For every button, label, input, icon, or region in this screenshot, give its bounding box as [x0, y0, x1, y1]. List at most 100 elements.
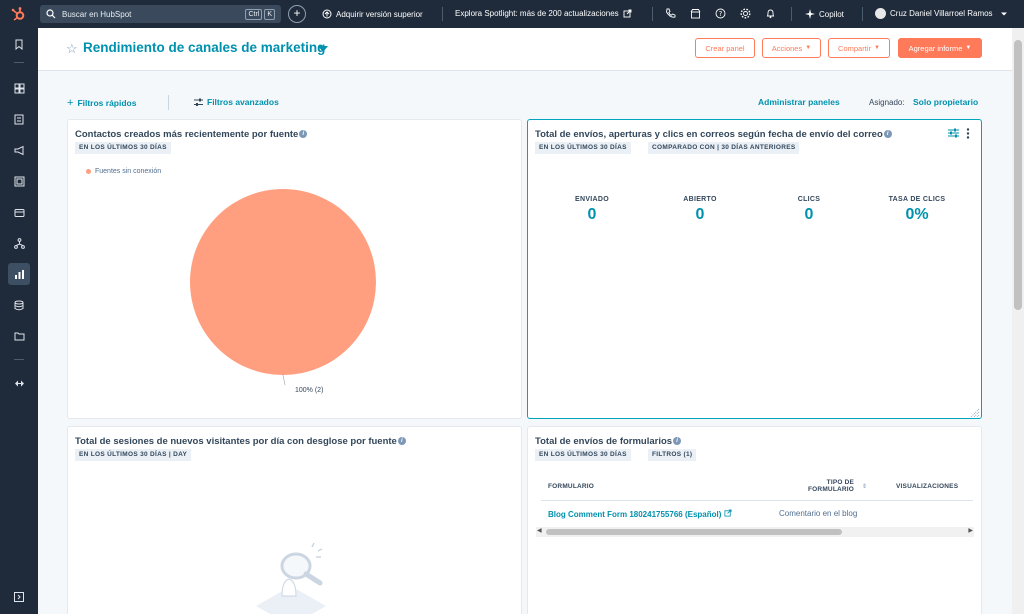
kpi-clicks: CLICS 0 [764, 196, 854, 224]
card-title: Total de envíos, aperturas y clics en co… [535, 129, 892, 140]
add-report-label: Agregar informe [908, 43, 963, 53]
more-options-icon[interactable] [966, 128, 970, 139]
pie-data-label: 100% (2) [295, 387, 323, 394]
pie-slice[interactable] [190, 189, 376, 375]
account-menu[interactable]: Cruz Daniel Villarroel Ramos [890, 9, 1008, 18]
crm-contacts-icon[interactable] [10, 110, 28, 128]
filters-tag[interactable]: FILTROS (1) [648, 449, 697, 461]
sparkle-icon [805, 9, 815, 19]
date-range-tag: EN LOS ÚLTIMOS 30 DÍAS [75, 142, 171, 154]
divider [14, 359, 24, 360]
card-title-text: Total de sesiones de nuevos visitantes p… [75, 436, 397, 447]
manage-dashboards-link[interactable]: Administrar paneles [758, 97, 840, 107]
actions-label: Acciones [771, 43, 803, 53]
create-new-button[interactable]: + [288, 5, 306, 23]
divider [652, 7, 653, 21]
scrollbar-thumb[interactable] [1014, 40, 1022, 310]
filter-sliders-icon[interactable] [948, 128, 959, 138]
dashboard-title[interactable]: Rendimiento de canales de marketing [83, 40, 325, 55]
pie-leader-line [282, 374, 286, 386]
report-card-new-visitor-sessions[interactable]: Total de sesiones de nuevos visitantes p… [67, 426, 522, 614]
favorite-star-icon[interactable]: ☆ [66, 41, 78, 57]
marketing-megaphone-icon[interactable] [10, 141, 28, 159]
user-name: Cruz Daniel Villarroel Ramos [890, 9, 993, 18]
card-title: Contactos creados más recientemente por … [75, 129, 308, 140]
caret-down-icon: ▼ [805, 45, 812, 51]
pie-chart: 100% (2) [190, 189, 376, 394]
column-header-form-type-line1: TIPO DE [826, 479, 855, 486]
info-icon[interactable]: i [883, 130, 892, 139]
create-panel-button[interactable]: Crear panel [695, 38, 755, 58]
shortcut-ctrl-key: Ctrl [245, 8, 263, 20]
kpi-label: CLICS [797, 196, 821, 203]
card-title-text: Total de envíos, aperturas y clics en co… [535, 129, 883, 140]
upgrade-link[interactable]: Adquirir versión superior [322, 9, 423, 19]
form-name-text: Blog Comment Form 180241755766 (Español) [548, 510, 722, 519]
divider [14, 62, 24, 63]
scroll-left-arrow-icon[interactable]: ◀ [537, 527, 542, 534]
external-link-icon [724, 509, 732, 517]
marketplace-icon[interactable] [690, 8, 701, 19]
resize-handle-icon[interactable] [968, 406, 980, 418]
scrollbar-thumb[interactable] [546, 529, 842, 535]
card-title: Total de sesiones de nuevos visitantes p… [75, 436, 406, 447]
info-icon[interactable]: i [673, 437, 682, 446]
report-card-email-sends[interactable]: Total de envíos, aperturas y clics en co… [527, 119, 982, 419]
share-button[interactable]: Compartir ▼ [828, 38, 890, 58]
column-header-views[interactable]: VISUALIZACIONES [896, 483, 958, 490]
kpi-label: ABIERTO [683, 196, 717, 203]
table-header-divider [541, 500, 973, 501]
caret-down-icon[interactable] [318, 46, 328, 52]
automation-icon[interactable] [10, 234, 28, 252]
report-card-contacts-by-source[interactable]: Contactos creados más recientemente por … [67, 119, 522, 419]
settings-gear-icon[interactable] [740, 8, 751, 19]
collapse-sidebar-arrows-icon[interactable] [10, 374, 28, 392]
top-navigation-bar: Buscar en HubSpot Ctrl K + Adquirir vers… [0, 0, 1024, 28]
page-scrollbar[interactable] [1012, 28, 1024, 614]
kpi-value: 0 [695, 206, 705, 223]
spotlight-link[interactable]: Explora Spotlight: más de 200 actualizac… [455, 9, 632, 18]
assigned-value-link[interactable]: Solo propietario [913, 97, 978, 107]
share-label: Compartir [838, 43, 871, 53]
svg-text:?: ? [719, 10, 723, 18]
date-range-tag: EN LOS ÚLTIMOS 30 DÍAS | DAY [75, 449, 192, 461]
kpi-value: 0% [905, 206, 929, 223]
add-report-button[interactable]: Agregar informe ▼ [898, 38, 982, 58]
scroll-right-arrow-icon[interactable]: ▶ [968, 527, 973, 534]
commerce-icon[interactable] [10, 203, 28, 221]
copilot-button[interactable]: Copilot [805, 9, 844, 19]
bookmarks-icon[interactable] [10, 35, 28, 53]
actions-button[interactable]: Acciones ▼ [762, 38, 821, 58]
form-type-cell: Comentario en el blog [779, 509, 858, 518]
global-search[interactable]: Buscar en HubSpot Ctrl K [40, 5, 281, 23]
help-icon[interactable]: ? [715, 8, 726, 19]
column-header-form[interactable]: FORMULARIO [548, 483, 594, 490]
hubspot-logo-icon[interactable] [10, 6, 26, 22]
advanced-filters-button[interactable]: Filtros avanzados [194, 97, 279, 107]
card-title: Total de envíos de formularios i [535, 436, 682, 447]
kpi-label: ENVIADO [575, 196, 609, 203]
info-icon[interactable]: i [299, 130, 308, 139]
data-management-database-icon[interactable] [10, 296, 28, 314]
search-icon [46, 9, 56, 19]
quick-filters-button[interactable]: + Filtros rápidos [67, 97, 136, 109]
kpi-value: 0 [587, 206, 597, 223]
notifications-bell-icon[interactable] [765, 8, 776, 19]
form-name-link[interactable]: Blog Comment Form 180241755766 (Español) [548, 509, 732, 519]
comparison-tag: COMPARADO CON | 30 DÍAS ANTERIORES [648, 142, 800, 154]
table-horizontal-scrollbar[interactable]: ◀ ▶ [536, 527, 974, 537]
phone-icon[interactable] [665, 8, 676, 19]
expand-sidebar-icon[interactable] [10, 588, 28, 606]
library-folder-icon[interactable] [10, 327, 28, 345]
report-card-form-submissions[interactable]: Total de envíos de formularios i EN LOS Ú… [527, 426, 982, 614]
create-panel-label: Crear panel [705, 43, 745, 53]
column-header-form-type[interactable]: TIPO DE FORMULARIO [808, 479, 854, 493]
workspaces-grid-icon[interactable] [10, 79, 28, 97]
reporting-bar-chart-icon[interactable] [8, 263, 30, 285]
content-icon[interactable] [10, 172, 28, 190]
kpi-click-rate: TASA DE CLICS 0% [872, 196, 962, 224]
info-icon[interactable]: i [397, 437, 406, 446]
user-avatar[interactable] [875, 8, 886, 19]
date-range-tag: EN LOS ÚLTIMOS 30 DÍAS [535, 142, 631, 154]
sort-icon[interactable]: ⇕ [862, 483, 867, 490]
